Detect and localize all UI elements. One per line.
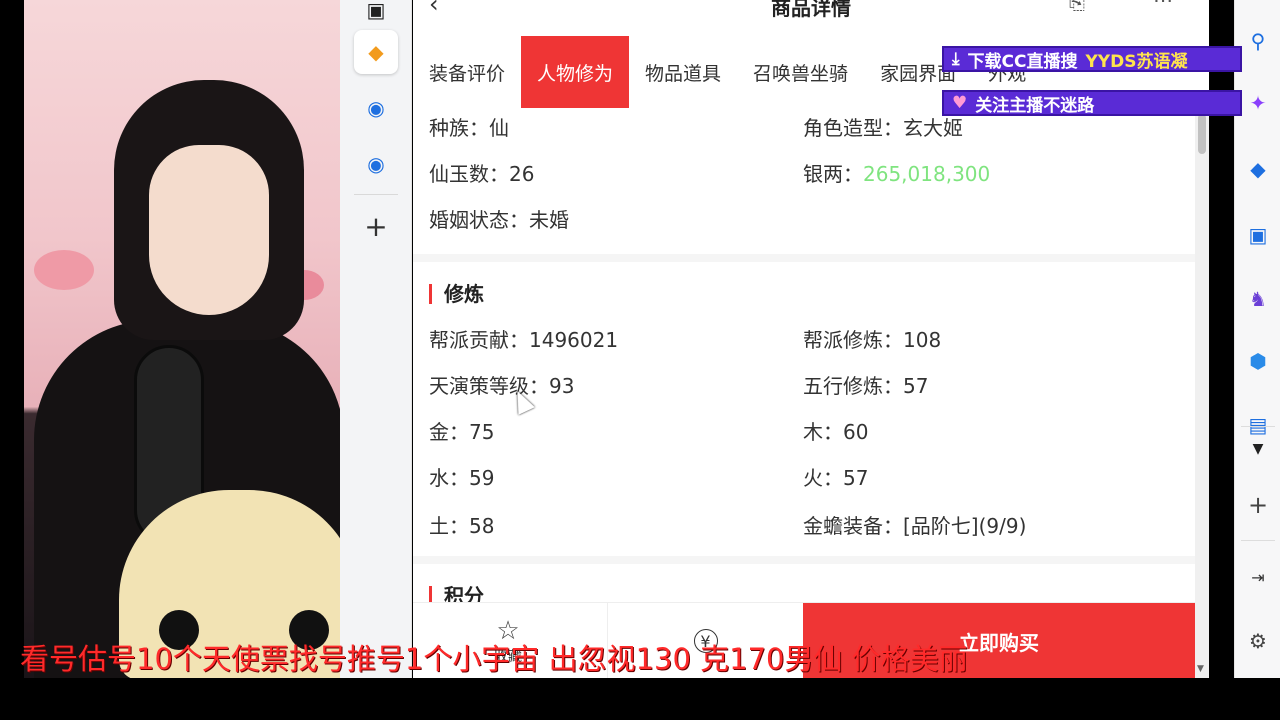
screen: ▣ ◆ ◉ ◉ + ‹ 商品详情 ⎘ ⋯ 装备评价 人物修为 物品道具 召唤兽坐… xyxy=(0,0,1280,720)
divider xyxy=(354,194,398,195)
earth-row: 土：58 xyxy=(429,514,495,538)
fire-row: 火：57 xyxy=(803,466,869,490)
new-tab-icon[interactable]: + xyxy=(354,204,398,248)
streamer-face xyxy=(149,145,269,315)
webcam-feed xyxy=(24,0,340,678)
marriage-row: 婚姻状态：未婚 xyxy=(429,208,569,232)
divider xyxy=(1241,426,1275,427)
wuxing-row: 五行修炼：57 xyxy=(803,374,929,398)
guild-train-row: 帮派修炼：108 xyxy=(803,328,942,352)
divider-2 xyxy=(1241,540,1275,541)
model-row: 角色造型：玄大姬 xyxy=(803,116,963,140)
scrollbar-thumb[interactable] xyxy=(1198,114,1206,154)
edge-tab-icon[interactable]: ◉ xyxy=(354,86,398,130)
silver-row: 银两：265,018,300 xyxy=(803,162,991,186)
scroll-down-icon[interactable]: ▼ xyxy=(1197,664,1204,674)
toolbox-icon[interactable]: ▣ xyxy=(1243,220,1273,250)
wood-row: 木：60 xyxy=(803,420,869,444)
header-bar: ‹ 商品详情 ⎘ ⋯ xyxy=(413,0,1209,36)
tab-equipment[interactable]: 装备评价 xyxy=(413,36,521,108)
more-icon[interactable]: ⋯ xyxy=(1153,0,1173,12)
download-banner: ⤓ 下载CC直播搜 YYDS苏语凝 xyxy=(942,46,1242,72)
chevron-down-icon[interactable]: ▼ xyxy=(1243,434,1273,464)
sparkle-icon[interactable]: ✦ xyxy=(1243,88,1273,118)
banner-text: 下载CC直播搜 xyxy=(967,51,1078,72)
section-title-cultivation: 修炼 xyxy=(429,284,484,304)
download-icon: ⤓ xyxy=(952,49,960,69)
tianyan-row: 天演策等级：93 xyxy=(429,374,575,398)
games-icon[interactable]: ♞ xyxy=(1243,284,1273,314)
add-icon[interactable]: + xyxy=(1243,490,1273,520)
tab-items[interactable]: 物品道具 xyxy=(629,36,737,108)
sidebar-toggle-icon[interactable]: ⇥ xyxy=(1243,562,1273,592)
banner-highlight: YYDS苏语凝 xyxy=(1085,51,1188,72)
window-icon[interactable]: ▣ xyxy=(354,0,398,32)
search-icon[interactable]: ⚲ xyxy=(1243,26,1273,56)
edge-tab-icon-2[interactable]: ◉ xyxy=(354,142,398,186)
guild-contrib-row: 帮派贡献：1496021 xyxy=(429,328,619,352)
tab-character[interactable]: 人物修为 xyxy=(521,36,630,108)
game-tab-icon[interactable]: ◆ xyxy=(354,30,398,74)
basic-info-card: 种族：仙 角色造型：玄大姬 仙玉数：26 银两：265,018,300 婚姻状态… xyxy=(413,108,1195,254)
toad-equip-row: 金蟾装备：[品阶七](9/9) xyxy=(803,514,1027,538)
scrollbar[interactable]: ▼ xyxy=(1195,108,1209,678)
metal-row: 金：75 xyxy=(429,420,495,444)
jade-row: 仙玉数：26 xyxy=(429,162,535,186)
share-icon[interactable]: ⎘ xyxy=(1069,0,1085,14)
scrolling-ticker: 看号估号10个天使票找号推号1个小宇宙 出忽视130 克170男仙 价格美丽 xyxy=(20,642,968,676)
office-icon[interactable]: ⬢ xyxy=(1243,346,1273,376)
race-row: 种族：仙 xyxy=(429,116,509,140)
follow-banner: ♥ 关注主播不迷路 xyxy=(942,90,1242,116)
tab-summons[interactable]: 召唤兽坐骑 xyxy=(737,36,864,108)
points-card: 积分 xyxy=(413,564,1195,606)
page-title: 商品详情 xyxy=(771,0,851,20)
browser-tab-strip: ▣ ◆ ◉ ◉ + xyxy=(340,0,412,678)
heart-icon: ♥ xyxy=(952,93,968,113)
settings-gear-icon[interactable]: ⚙ xyxy=(1243,626,1273,656)
follow-text: 关注主播不迷路 xyxy=(975,95,1095,116)
water-row: 水：59 xyxy=(429,466,495,490)
tag-icon[interactable]: ◆ xyxy=(1243,154,1273,184)
